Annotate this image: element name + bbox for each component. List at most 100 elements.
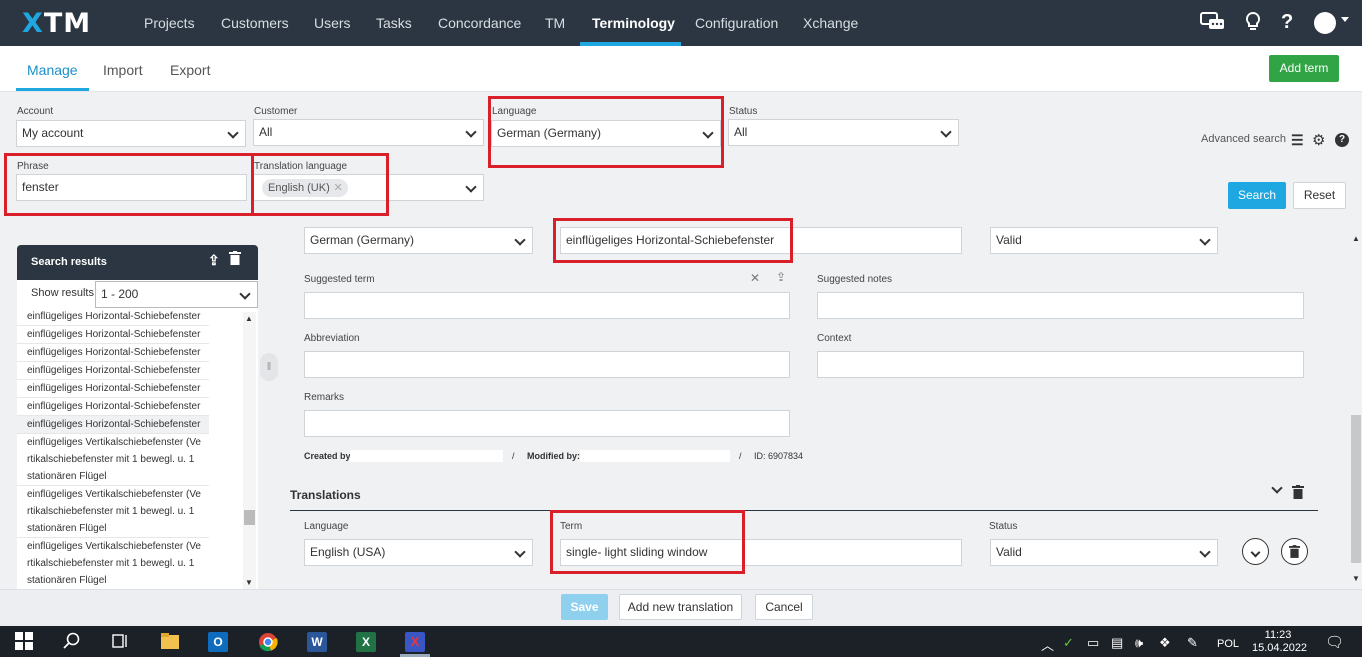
list-item[interactable]: einflügeliges Horizontal-Schiebefenster [17, 344, 209, 362]
suggested-notes-input[interactable] [817, 292, 1304, 319]
list-item[interactable]: einflügeliges Vertikalschiebefenster (Ve… [17, 486, 209, 538]
status-select[interactable]: All [728, 119, 959, 146]
nav-projects[interactable]: Projects [144, 15, 195, 31]
user-avatar-icon[interactable] [1314, 12, 1336, 34]
translation-language-field-label: Language [304, 521, 349, 532]
trash-icon[interactable] [229, 251, 241, 268]
tray-app-icon[interactable]: ✓ [1063, 635, 1074, 651]
show-results-select[interactable]: 1 - 200 [95, 281, 258, 308]
word-icon[interactable]: W [307, 632, 327, 652]
delete-translation-button[interactable] [1281, 538, 1308, 565]
volume-icon[interactable]: 🕪 [1135, 635, 1143, 651]
scroll-up-arrow-icon[interactable]: ▲ [1352, 234, 1360, 243]
help-circle-icon[interactable]: ? [1335, 133, 1349, 147]
windows-start-icon[interactable] [14, 632, 34, 652]
xtm-app-icon[interactable]: X [405, 632, 425, 652]
tray-chevron-icon[interactable]: ︿ [1041, 635, 1054, 654]
lightbulb-icon[interactable] [1244, 11, 1262, 39]
outlook-icon[interactable]: O [208, 632, 228, 652]
chat-icon[interactable] [1200, 11, 1226, 39]
search-button[interactable]: Search [1228, 182, 1286, 209]
panel-splitter-handle[interactable]: ‖ [260, 353, 278, 381]
battery-icon[interactable]: ▭ [1087, 635, 1099, 651]
file-explorer-icon[interactable] [160, 632, 180, 652]
trash-icon[interactable] [1292, 485, 1304, 502]
nav-tm[interactable]: TM [545, 15, 565, 31]
reset-button[interactable]: Reset [1293, 182, 1346, 209]
nav-tasks[interactable]: Tasks [376, 15, 412, 31]
task-view-icon[interactable] [110, 632, 130, 652]
context-label: Context [817, 333, 852, 344]
nav-xchange[interactable]: Xchange [803, 15, 858, 31]
add-new-translation-button[interactable]: Add new translation [619, 594, 742, 620]
list-item[interactable]: einflügeliges Horizontal-Schiebefenster [17, 398, 209, 416]
clock[interactable]: 11:23 15.04.2022 [1252, 629, 1308, 655]
chevron-down-icon [1199, 546, 1211, 558]
results-scrollbar[interactable] [243, 312, 256, 590]
upload-icon[interactable]: ⇪ [208, 252, 220, 269]
abbreviation-input[interactable] [304, 351, 790, 378]
results-scrollbar-thumb[interactable] [244, 510, 255, 525]
suggested-term-label: Suggested term [304, 274, 375, 285]
search-icon[interactable] [62, 632, 82, 652]
customer-select[interactable]: All [253, 119, 484, 146]
user-menu-caret-icon[interactable] [1341, 17, 1349, 22]
gear-icon[interactable]: ⚙ [1312, 131, 1325, 149]
upload-icon[interactable]: ⇪ [776, 270, 786, 284]
chrome-icon[interactable] [258, 632, 278, 652]
list-item[interactable]: einflügeliges Horizontal-Schiebefenster [17, 380, 209, 398]
translation-status-value: Valid [996, 545, 1022, 559]
list-item-text: einflügeliges Horizontal-Schiebefenster [27, 365, 201, 376]
term-language-select[interactable]: German (Germany) [304, 227, 533, 254]
list-item[interactable]: einflügeliges Horizontal-Schiebefenster [17, 416, 209, 434]
add-term-button[interactable]: Add term [1269, 55, 1339, 82]
language-indicator[interactable]: POL [1217, 638, 1239, 650]
context-input[interactable] [817, 351, 1304, 378]
scroll-down-arrow-icon[interactable]: ▼ [1352, 574, 1360, 583]
list-item-text: rtikalschiebefenster mit 1 bewegl. u. 1 [27, 506, 195, 517]
tab-import[interactable]: Import [103, 62, 143, 78]
clear-icon[interactable]: ✕ [750, 271, 760, 285]
notifications-icon[interactable]: 🗨 [1325, 633, 1344, 651]
network-icon[interactable]: ▤ [1111, 635, 1123, 651]
suggested-term-input[interactable] [304, 292, 790, 319]
main-scrollbar-thumb[interactable] [1351, 415, 1361, 563]
scroll-up-arrow-icon[interactable]: ▲ [245, 314, 253, 323]
nav-terminology[interactable]: Terminology [592, 15, 675, 31]
translations-title: Translations [290, 488, 361, 502]
xtm-logo[interactable]: XTM [22, 8, 91, 39]
account-select[interactable]: My account [16, 120, 246, 147]
scroll-down-arrow-icon[interactable]: ▼ [245, 578, 253, 587]
nav-users[interactable]: Users [314, 15, 351, 31]
list-item-text: einflügeliges Vertikalschiebefenster (Ve [27, 489, 201, 500]
help-icon[interactable]: ? [1281, 11, 1293, 34]
account-label: Account [17, 106, 54, 117]
expand-translation-button[interactable] [1242, 538, 1269, 565]
redacted-name [350, 450, 503, 462]
translation-language-field-select[interactable]: English (USA) [304, 539, 533, 566]
save-button[interactable]: Save [561, 594, 608, 620]
translation-status-select[interactable]: Valid [990, 539, 1218, 566]
advanced-search-link[interactable]: Advanced search [1201, 133, 1286, 145]
list-item[interactable]: einflügeliges Vertikalschiebefenster (Ve… [17, 538, 209, 590]
nav-concordance[interactable]: Concordance [438, 15, 521, 31]
list-item[interactable]: einflügeliges Vertikalschiebefenster (Ve… [17, 434, 209, 486]
account-value: My account [22, 126, 84, 140]
highlight-box [251, 153, 389, 216]
pen-icon[interactable]: ✎ [1187, 635, 1198, 651]
clock-date: 15.04.2022 [1252, 642, 1308, 654]
nav-configuration[interactable]: Configuration [695, 15, 778, 31]
tab-export[interactable]: Export [170, 62, 210, 78]
nav-customers[interactable]: Customers [221, 15, 289, 31]
term-status-select[interactable]: Valid [990, 227, 1218, 254]
list-item[interactable]: einflügeliges Horizontal-Schiebefenster [17, 362, 209, 380]
menu-icon[interactable]: ☰ [1291, 132, 1304, 149]
dropbox-icon[interactable]: ❖ [1159, 635, 1171, 651]
collapse-chevron-icon[interactable] [1271, 482, 1283, 494]
tab-manage[interactable]: Manage [27, 62, 78, 78]
cancel-button[interactable]: Cancel [755, 594, 813, 620]
excel-icon[interactable]: X [356, 632, 376, 652]
list-item[interactable]: einflügeliges Horizontal-Schiebefenster [17, 308, 209, 326]
remarks-input[interactable] [304, 410, 790, 437]
list-item[interactable]: einflügeliges Horizontal-Schiebefenster [17, 326, 209, 344]
